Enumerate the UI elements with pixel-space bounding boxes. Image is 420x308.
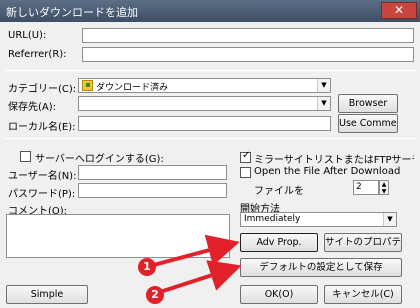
annotation-arrows bbox=[149, 234, 242, 294]
add-download-dialog: 新しいダウンロードを追加 ✕ URL(U): Referrer(R): カテゴリ… bbox=[0, 0, 420, 308]
annotation-badge-2: 2 bbox=[146, 286, 164, 304]
annotation-badge-1: 1 bbox=[138, 258, 156, 276]
arrow-2 bbox=[159, 260, 242, 294]
arrow-1 bbox=[149, 234, 240, 268]
